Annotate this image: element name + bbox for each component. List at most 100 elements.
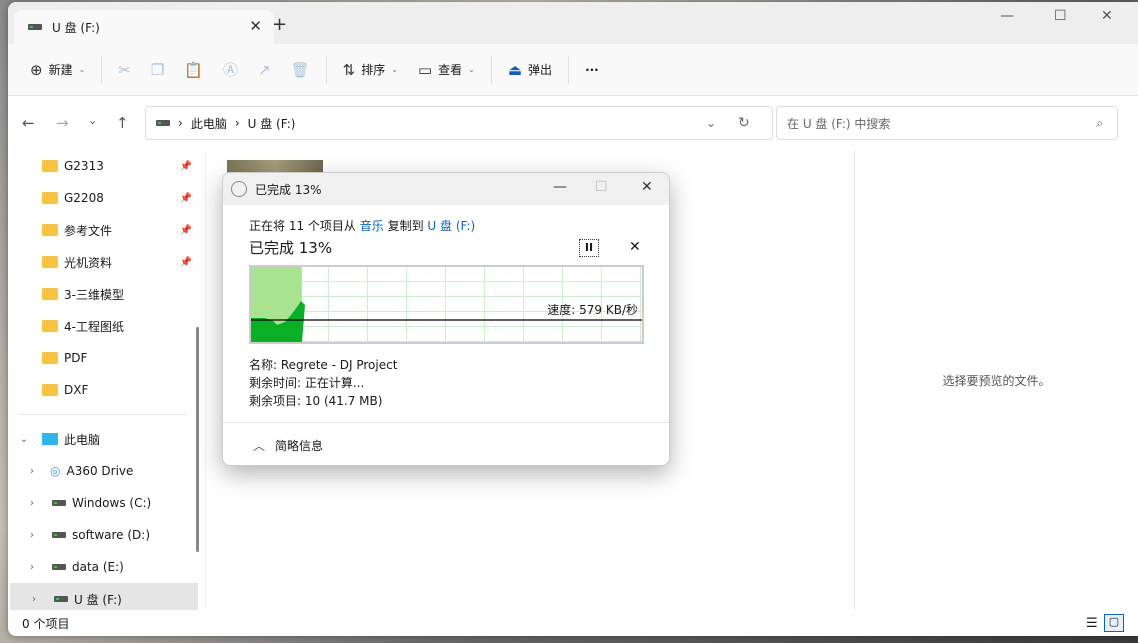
sidebar-item-this-pc[interactable]: ⌄ 此电脑: [8, 423, 198, 455]
rename-icon: Ⓐ: [223, 61, 239, 79]
chevron-right-icon[interactable]: ›: [22, 498, 42, 509]
plus-circle-icon: ⊕: [30, 60, 43, 79]
tab-u-drive[interactable]: U 盘 (F:) ✕: [14, 10, 274, 44]
sort-icon: ⇅: [342, 60, 356, 79]
chevron-right-icon[interactable]: ›: [22, 466, 42, 477]
copy-progress-dialog: 已完成 13% — ☐ ✕ 正在将 11 个项目从 音乐 复制到 U 盘 (F:…: [222, 172, 670, 466]
item-label: 4-工程图纸: [64, 319, 124, 334]
sidebar-item[interactable]: 4-工程图纸: [8, 310, 198, 342]
breadcrumb-u-drive[interactable]: U 盘 (F:): [248, 115, 296, 132]
item-label: A360 Drive: [66, 464, 134, 478]
details-view-button[interactable]: ☰: [1086, 616, 1098, 631]
sidebar-item[interactable]: › ◎ A360 Drive: [8, 455, 198, 487]
item-label: 3-三维模型: [64, 287, 124, 302]
sidebar-item[interactable]: G2313 📌: [8, 150, 198, 182]
preview-text: 选择要预览的文件。: [942, 373, 1051, 388]
usb-drive-icon: [54, 596, 68, 602]
percent-complete: 已完成 13%: [249, 239, 333, 257]
chevron-down-icon[interactable]: ⌄: [706, 116, 716, 130]
eject-button[interactable]: ⏏ 弹出: [498, 54, 562, 86]
desc-text: 复制到: [387, 219, 424, 233]
folder-icon: [42, 320, 58, 332]
sidebar-item[interactable]: › software (D:): [8, 519, 198, 551]
speed-label: 速度: 579 KB/秒: [547, 303, 638, 317]
share-icon: ↗: [258, 60, 271, 79]
close-tab-icon[interactable]: ✕: [249, 17, 262, 35]
cancel-button[interactable]: ✕: [629, 239, 641, 255]
close-button[interactable]: ✕: [1101, 8, 1113, 24]
desc-text: 正在将 11 个项目从: [249, 219, 356, 233]
item-label: G2313: [64, 159, 104, 173]
fewer-details-button[interactable]: ︿ 简略信息: [223, 422, 669, 465]
item-label: 光机资料: [64, 255, 113, 270]
folder-icon: [42, 384, 58, 396]
item-label: software (D:): [72, 528, 150, 542]
folder-icon: [42, 224, 58, 236]
sidebar-item[interactable]: › Windows (C:): [8, 487, 198, 519]
folder-icon: [42, 288, 58, 300]
minimize-button[interactable]: —: [1000, 8, 1014, 24]
up-button[interactable]: ↑: [116, 114, 129, 132]
minimize-button[interactable]: —: [553, 179, 567, 195]
sidebar-item[interactable]: DXF: [8, 374, 198, 406]
eject-label: 弹出: [528, 63, 553, 77]
search-input[interactable]: 在 U 盘 (F:) 中搜索 ⌕: [776, 106, 1118, 140]
breadcrumb-this-pc[interactable]: 此电脑: [191, 115, 227, 132]
new-tab-button[interactable]: +: [272, 14, 287, 35]
trash-icon: 🗑: [290, 60, 310, 79]
address-bar[interactable]: › 此电脑 › U 盘 (F:) ⌄ ↻: [145, 106, 773, 140]
usb-drive-icon: [156, 120, 170, 126]
scissors-icon: ✂: [118, 60, 131, 79]
computer-icon: [42, 433, 58, 445]
rename-button[interactable]: Ⓐ: [213, 54, 248, 86]
command-bar: ⊕ 新建 ⌄ ✂ ❐ 📋 Ⓐ ↗ 🗑 ⇅ 排序 ⌄ ▭ 查看 ⌄ ⏏ 弹出 ···: [8, 44, 1138, 96]
chevron-right-icon[interactable]: ›: [24, 594, 44, 605]
sidebar-item[interactable]: 参考文件 📌: [8, 214, 198, 246]
sidebar-item[interactable]: PDF: [8, 342, 198, 374]
refresh-icon[interactable]: ↻: [738, 115, 750, 131]
item-label: DXF: [64, 383, 89, 397]
new-button[interactable]: ⊕ 新建 ⌄: [20, 54, 95, 86]
back-button[interactable]: ←: [22, 114, 35, 132]
chevron-right-icon[interactable]: ›: [22, 562, 42, 573]
dialog-title-bar: 已完成 13% — ☐ ✕: [223, 173, 669, 205]
dialog-title: 已完成 13%: [255, 182, 322, 197]
file-name: 名称: Regrete - DJ Project: [249, 358, 398, 372]
item-label: G2208: [64, 191, 104, 205]
destination-link[interactable]: U 盘 (F:): [427, 219, 475, 233]
item-label: PDF: [64, 351, 88, 365]
sidebar-item-selected[interactable]: › U 盘 (F:): [10, 583, 198, 610]
sidebar-item[interactable]: › data (E:): [8, 551, 198, 583]
sidebar-item[interactable]: 光机资料 📌: [8, 246, 198, 278]
recent-dropdown[interactable]: ⌄: [88, 114, 97, 127]
view-icon: ▭: [417, 60, 433, 79]
delete-button[interactable]: 🗑: [281, 54, 320, 86]
chevron-down-icon[interactable]: ⌄: [14, 434, 34, 445]
sort-button[interactable]: ⇅ 排序 ⌄: [333, 54, 408, 86]
source-link[interactable]: 音乐: [360, 219, 384, 233]
view-label: 查看: [438, 63, 463, 77]
forward-button[interactable]: →: [56, 114, 69, 132]
pause-button[interactable]: II: [579, 239, 599, 257]
items-remaining: 剩余项目: 10 (41.7 MB): [249, 394, 383, 408]
tiles-view-button[interactable]: ▢: [1104, 614, 1124, 632]
title-bar: U 盘 (F:) ✕ + — ☐ ✕: [8, 2, 1138, 44]
sidebar-scrollbar[interactable]: [196, 327, 199, 552]
sidebar-item[interactable]: G2208 📌: [8, 182, 198, 214]
close-button[interactable]: ✕: [641, 179, 653, 195]
address-row: ← → ⌄ ↑ › 此电脑 › U 盘 (F:) ⌄ ↻ 在 U 盘 (F:) 中…: [8, 96, 1138, 150]
tab-title: U 盘 (F:): [52, 20, 100, 35]
cut-button[interactable]: ✂: [108, 54, 141, 86]
chevron-right-icon[interactable]: ›: [22, 530, 42, 541]
paste-button[interactable]: 📋: [174, 54, 213, 86]
item-label: 参考文件: [64, 223, 113, 238]
share-button[interactable]: ↗: [248, 54, 281, 86]
maximize-button[interactable]: ☐: [1054, 8, 1067, 24]
sidebar-item[interactable]: 3-三维模型: [8, 278, 198, 310]
pin-icon: 📌: [179, 256, 192, 268]
item-label: 此电脑: [64, 432, 101, 447]
more-button[interactable]: ···: [575, 54, 609, 86]
pin-icon: 📌: [179, 160, 192, 172]
copy-button[interactable]: ❐: [141, 54, 174, 86]
view-button[interactable]: ▭ 查看 ⌄: [408, 54, 485, 86]
